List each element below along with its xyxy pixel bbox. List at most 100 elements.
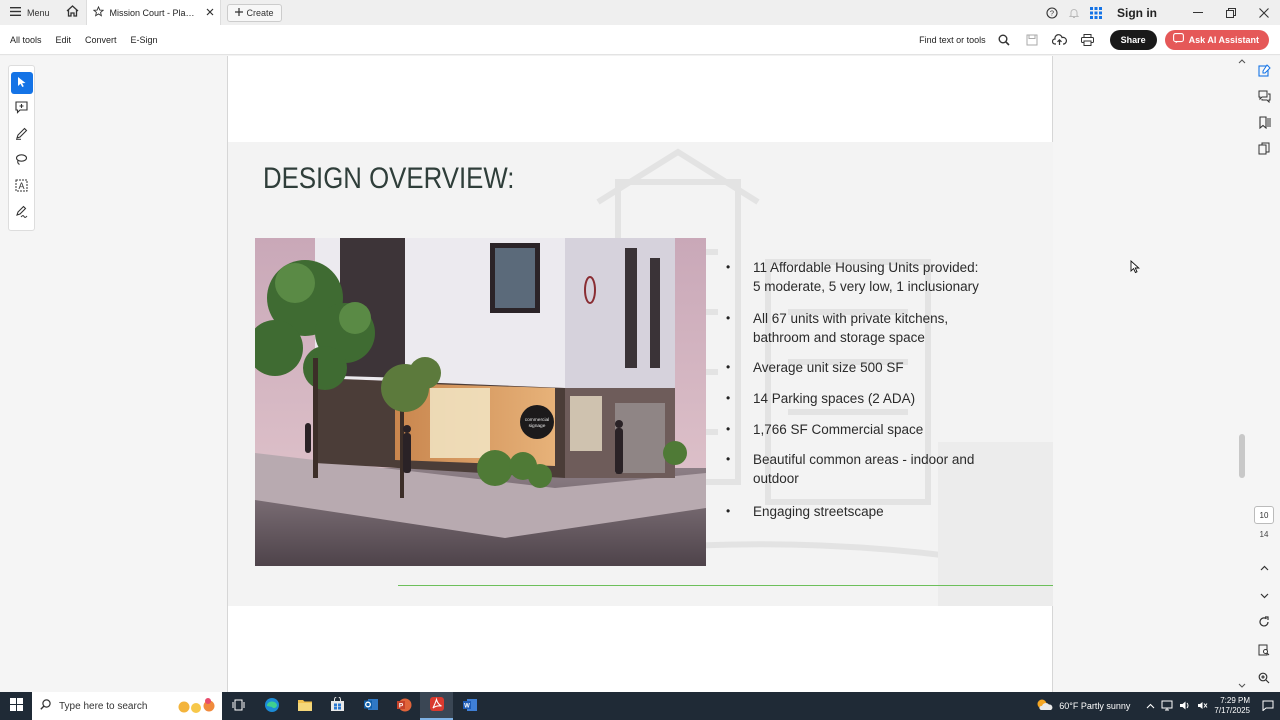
sign-in-link[interactable]: Sign in <box>1117 6 1157 20</box>
taskbar-outlook[interactable] <box>354 692 387 720</box>
apps-grid-icon[interactable] <box>1085 0 1107 25</box>
help-icon[interactable]: ? <box>1041 0 1063 25</box>
feature-text-line-1: All 67 units with private kitchens, <box>753 311 949 326</box>
restore-button[interactable] <box>1214 0 1247 25</box>
start-button[interactable] <box>0 692 32 720</box>
select-tool[interactable] <box>10 72 33 94</box>
close-tab-icon[interactable] <box>206 8 214 18</box>
task-view-icon <box>232 699 245 714</box>
share-button[interactable]: Share <box>1109 29 1157 50</box>
windows-taskbar: Type here to search P W 60°F Partly sunn… <box>0 692 1280 720</box>
outlook-icon <box>363 697 379 715</box>
taskbar-word[interactable]: W <box>453 692 486 720</box>
comments-icon <box>1258 90 1271 106</box>
clock-date: 7/17/2025 <box>1214 706 1250 715</box>
edge-browser-icon <box>264 697 280 716</box>
menu-button[interactable]: Menu <box>0 0 60 25</box>
feature-item: Beautiful common areas - indoor and outd… <box>726 450 1036 488</box>
weather-text[interactable]: 60°F Partly sunny <box>1059 701 1130 711</box>
tab-title: Mission Court - Planning... <box>109 7 200 18</box>
rotate-button[interactable] <box>1252 610 1276 636</box>
pages-panel-button[interactable] <box>1252 137 1276 163</box>
speaker-mute-icon[interactable] <box>1197 700 1208 713</box>
pages-icon <box>1258 142 1271 158</box>
scroll-thumb[interactable] <box>1239 434 1245 478</box>
search-icon[interactable] <box>990 25 1018 55</box>
lasso-icon <box>15 153 28 169</box>
menu-label: Menu <box>27 7 50 18</box>
chevron-up-icon <box>1260 560 1269 574</box>
taskbar-search-placeholder: Type here to search <box>59 700 148 712</box>
svg-text:A: A <box>18 181 24 191</box>
current-page-number[interactable]: 10 <box>1254 506 1274 524</box>
notifications-icon[interactable] <box>1262 700 1274 713</box>
close-window-button[interactable] <box>1247 0 1280 25</box>
mouse-cursor-icon <box>1130 260 1140 274</box>
vertical-scrollbar[interactable] <box>1238 56 1246 692</box>
taskbar-search-box[interactable]: Type here to search <box>32 692 222 720</box>
toolbar-edit[interactable]: Edit <box>56 35 72 45</box>
taskbar-store[interactable] <box>321 692 354 720</box>
ask-ai-assistant-button[interactable]: Ask AI Assistant <box>1164 29 1269 50</box>
taskbar-file-explorer[interactable] <box>288 692 321 720</box>
word-icon: W <box>462 697 478 716</box>
task-view-button[interactable] <box>222 692 255 720</box>
comment-plus-icon <box>15 101 28 117</box>
document-viewer: A DESIGN OVERVIEW: commercial signage • … <box>0 56 1280 711</box>
feature-text-line-2: outdoor <box>753 471 799 486</box>
feature-text-line-2: bathroom and storage space <box>753 330 925 345</box>
toolbar-convert[interactable]: Convert <box>85 35 117 45</box>
volume-icon[interactable] <box>1179 700 1191 713</box>
network-icon[interactable] <box>1161 700 1173 713</box>
page-edit-icon <box>1257 64 1271 80</box>
star-icon[interactable] <box>92 5 104 19</box>
scroll-up-icon[interactable] <box>1238 58 1246 64</box>
next-page-button[interactable] <box>1252 582 1276 608</box>
document-tab[interactable]: Mission Court - Planning... <box>85 0 221 25</box>
weather-icon[interactable] <box>1035 698 1053 714</box>
feature-text-line-1: Engaging streetscape <box>753 504 884 519</box>
page-settings-button[interactable] <box>1252 638 1276 664</box>
feature-item: 1,766 SF Commercial space <box>726 420 1036 439</box>
tray-chevron-icon[interactable] <box>1146 701 1155 711</box>
zoom-in-icon <box>1258 672 1270 687</box>
print-icon[interactable] <box>1074 25 1102 55</box>
notification-bell-icon[interactable] <box>1063 0 1085 25</box>
ask-ai-label: Ask AI Assistant <box>1188 34 1259 45</box>
scroll-down-icon[interactable] <box>1238 683 1246 689</box>
bookmarks-panel-button[interactable] <box>1252 111 1276 137</box>
clock[interactable]: 7:29 PM 7/17/2025 <box>1214 696 1250 716</box>
acrobat-icon <box>429 696 445 715</box>
signature-pen-icon <box>15 205 28 221</box>
taskbar-powerpoint[interactable]: P <box>387 692 420 720</box>
comments-panel-button[interactable] <box>1252 85 1276 111</box>
upload-cloud-icon[interactable] <box>1046 25 1074 55</box>
text-tool[interactable]: A <box>11 176 33 198</box>
toolbar-esign[interactable]: E-Sign <box>131 35 158 45</box>
feature-text-line-1: 11 Affordable Housing Units provided: <box>753 260 979 275</box>
feature-item: 14 Parking spaces (2 ADA) <box>726 389 1036 408</box>
ai-assistant-icon <box>1172 33 1184 46</box>
home-button[interactable] <box>60 0 86 25</box>
taskbar-edge[interactable] <box>255 692 288 720</box>
create-button[interactable]: Create <box>226 3 282 22</box>
store-bag-icon <box>330 696 345 715</box>
previous-page-button[interactable] <box>1252 554 1276 580</box>
draw-tool[interactable] <box>11 150 33 172</box>
slide-title: DESIGN OVERVIEW: <box>263 162 515 195</box>
edit-pdf-panel-button[interactable] <box>1252 59 1276 85</box>
taskbar-acrobat[interactable] <box>420 692 453 720</box>
zoom-in-button[interactable] <box>1252 666 1276 692</box>
windows-logo-icon <box>9 698 23 714</box>
add-comment-tool[interactable] <box>11 98 33 120</box>
svg-text:W: W <box>464 703 470 709</box>
save-icon[interactable] <box>1018 25 1046 55</box>
toolbar-all-tools[interactable]: All tools <box>10 35 42 45</box>
search-highlight-emoji-icon <box>178 698 222 714</box>
home-icon <box>66 5 79 20</box>
find-text-tools[interactable]: Find text or tools <box>919 35 986 45</box>
sign-tool[interactable] <box>11 202 33 224</box>
highlight-tool[interactable] <box>11 124 33 146</box>
feature-text-line-1: Average unit size 500 SF <box>753 360 904 375</box>
minimize-button[interactable] <box>1181 0 1214 25</box>
